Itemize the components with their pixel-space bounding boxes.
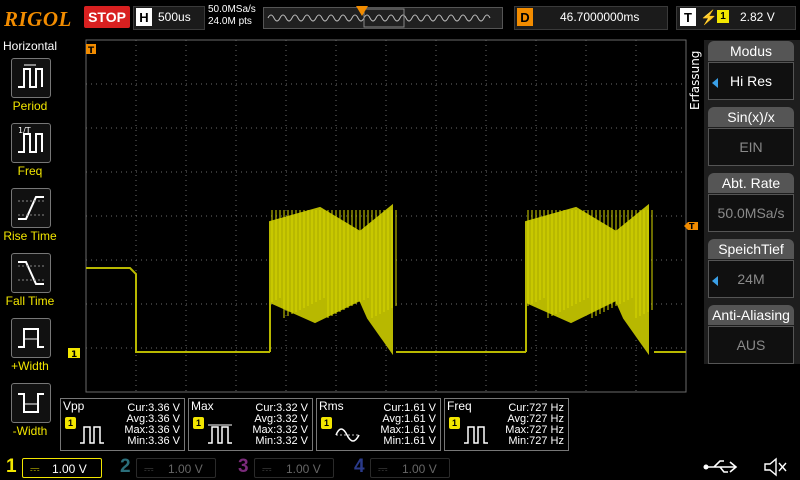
ch3-scale-value: 1.00 V <box>286 462 321 476</box>
acquire-menu-title: Erfassung <box>688 51 702 110</box>
measurement-rms[interactable]: Rms 1 Cur:1.61 V Avg:1.61 V Max:1.61 V M… <box>316 398 441 451</box>
period-icon <box>18 64 43 88</box>
fall-time-icon <box>18 261 44 285</box>
memory-depth-value-button[interactable]: 24M <box>708 260 794 298</box>
positive-width-icon <box>18 328 44 348</box>
ch1-number[interactable]: 1 <box>6 456 17 478</box>
sample-rate: 50.0MSa/s <box>208 4 256 15</box>
memory-overview-bar[interactable] <box>263 7 503 29</box>
freq-button[interactable]: 1/T <box>11 123 51 163</box>
trigger-right-label: T <box>689 222 695 231</box>
measurement-channel-badge: 1 <box>193 417 204 429</box>
freq-label: Freq <box>17 164 43 178</box>
measurement-min: Min:1.61 V <box>383 435 436 447</box>
measurement-name: Max <box>191 399 214 413</box>
max-icon <box>208 424 232 444</box>
brand-logo: RIGOL <box>4 7 72 31</box>
trigger-left-marker: T <box>86 44 96 56</box>
trigger-badge: T <box>680 8 696 26</box>
measurement-name: Freq <box>447 399 472 413</box>
ch1-trace <box>86 203 686 356</box>
measurement-min: Min:3.36 V <box>127 435 180 447</box>
ch1-coupling-icon: ⎓ <box>30 462 40 476</box>
run-stop-indicator[interactable]: STOP <box>84 6 130 28</box>
memory-depth-label: SpeichTief <box>708 239 794 259</box>
ch2-number[interactable]: 2 <box>120 456 131 478</box>
vpp-icon <box>80 426 104 444</box>
rms-icon <box>335 428 360 442</box>
memory-points: 24.0M pts <box>208 16 252 27</box>
delay-value: 46.7000000ms <box>560 10 640 24</box>
ch2-coupling-icon: ⎓ <box>144 462 154 476</box>
measurement-channel-badge: 1 <box>65 417 76 429</box>
measurement-channel-badge: 1 <box>321 417 332 429</box>
frequency-icon: 1/T <box>18 126 43 153</box>
rising-edge-icon: ⚡ <box>700 9 718 25</box>
trigger-level-value: 2.82 V <box>740 10 775 24</box>
trigger-source-badge: 1 <box>717 10 729 23</box>
rise-time-icon <box>18 196 44 220</box>
acquire-menu-title-text: Erfassung <box>688 51 702 110</box>
ch4-coupling-icon: ⎓ <box>378 462 388 476</box>
measurement-max-panel[interactable]: Max 1 Cur:3.32 V Avg:3.32 V Max:3.32 V M… <box>188 398 313 451</box>
usb-icon <box>703 460 738 473</box>
sinx-value-button[interactable]: EIN <box>708 128 794 166</box>
negative-width-button[interactable] <box>11 383 51 423</box>
mode-label: Modus <box>708 41 794 61</box>
sound-muted-icon[interactable] <box>762 456 788 478</box>
positive-width-label: +Width <box>11 359 49 373</box>
ch4-number[interactable]: 4 <box>354 456 365 478</box>
measurement-name: Rms <box>319 399 344 413</box>
fall-time-button[interactable] <box>11 253 51 293</box>
negative-width-icon <box>18 393 44 413</box>
anti-aliasing-value-button[interactable]: AUS <box>708 326 794 364</box>
memory-depth-arrow-icon <box>712 276 718 286</box>
svg-text:1/T: 1/T <box>18 126 31 135</box>
ch1-scale-value: 1.00 V <box>52 462 87 476</box>
measurement-channel-badge: 1 <box>449 417 460 429</box>
ch4-scale-value: 1.00 V <box>402 462 437 476</box>
sinx-label: Sin(x)/x <box>708 107 794 127</box>
measurement-vpp[interactable]: Vpp 1 Cur:3.36 V Avg:3.36 V Max:3.36 V M… <box>60 398 185 451</box>
ch1-ground-label: 1 <box>71 350 77 360</box>
period-label: Period <box>12 99 48 113</box>
fall-time-label: Fall Time <box>5 294 55 308</box>
measurement-min: Min:3.32 V <box>255 435 308 447</box>
timebase-value: 500us <box>158 10 191 24</box>
sample-info: 50.0MSa/s 24.0M pts <box>208 4 256 28</box>
left-menu-title: Horizontal <box>2 39 58 53</box>
ch3-number[interactable]: 3 <box>238 456 249 478</box>
sample-rate-value[interactable]: 50.0MSa/s <box>708 194 794 232</box>
period-button[interactable] <box>11 58 51 98</box>
trigger-position-marker <box>356 6 368 16</box>
rise-time-label: Rise Time <box>3 229 57 243</box>
frequency-icon <box>464 426 488 444</box>
mode-value-button[interactable]: Hi Res <box>708 62 794 100</box>
anti-aliasing-label: Anti-Aliasing <box>708 305 794 325</box>
trigger-left-label: T <box>88 46 95 56</box>
measurement-freq[interactable]: Freq 1 Cur:727 Hz Avg:727 Hz Max:727 Hz … <box>444 398 569 451</box>
sample-rate-label: Abt. Rate <box>708 173 794 193</box>
ch1-ground-marker: 1 <box>68 348 80 360</box>
delay-badge: D <box>517 8 533 26</box>
horizontal-badge: H <box>136 8 152 26</box>
mode-arrow-icon <box>712 78 718 88</box>
ch3-coupling-icon: ⎓ <box>262 462 272 476</box>
waveform-display[interactable]: T 1 T <box>60 36 698 396</box>
rise-time-button[interactable] <box>11 188 51 228</box>
negative-width-label: -Width <box>12 424 48 438</box>
positive-width-button[interactable] <box>11 318 51 358</box>
ch2-scale-value: 1.00 V <box>168 462 203 476</box>
measurement-min: Min:727 Hz <box>508 435 564 447</box>
measurement-name: Vpp <box>63 399 85 413</box>
memory-overview-wave <box>267 8 491 28</box>
